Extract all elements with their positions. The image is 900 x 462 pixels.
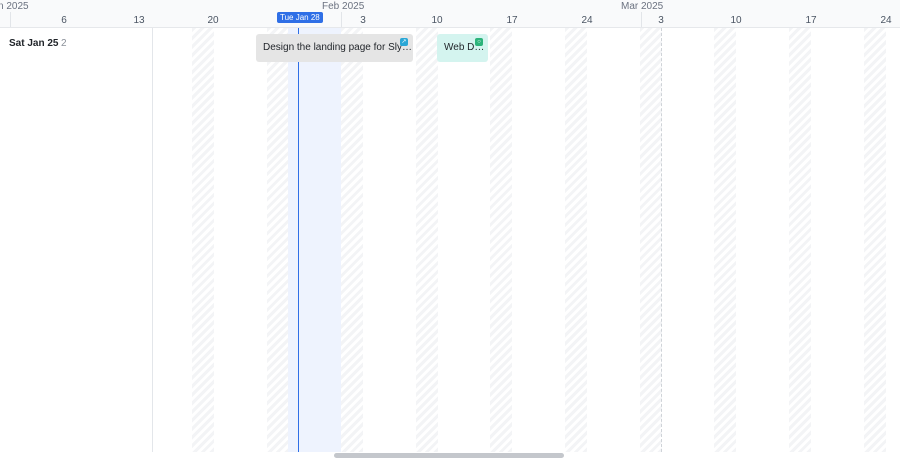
group-count: 2 bbox=[61, 38, 67, 49]
weekend-band bbox=[416, 28, 438, 452]
weekend-band bbox=[864, 28, 886, 452]
today-line bbox=[298, 28, 299, 452]
scrollbar-thumb[interactable] bbox=[334, 453, 564, 458]
day-tick: 13 bbox=[133, 15, 145, 26]
task-bar[interactable]: Web D… ○ bbox=[437, 34, 488, 62]
weekend-band bbox=[789, 28, 811, 452]
month-divider bbox=[641, 12, 642, 27]
today-marker: Tue Jan 28 bbox=[277, 12, 323, 23]
day-tick: 6 bbox=[61, 15, 67, 26]
day-tick: 20 bbox=[207, 15, 219, 26]
task-label: Design the landing page for Sly… bbox=[263, 42, 412, 53]
horizontal-scrollbar[interactable] bbox=[0, 452, 900, 462]
day-tick: 3 bbox=[360, 15, 366, 26]
month-divider bbox=[341, 12, 342, 27]
weekend-band bbox=[714, 28, 736, 452]
day-tick: 24 bbox=[880, 15, 892, 26]
timeline-header: n 2025 Feb 2025 Mar 2025 6 13 20 3 10 17… bbox=[0, 0, 900, 28]
day-tick: 3 bbox=[658, 15, 664, 26]
day-tick: 24 bbox=[581, 15, 593, 26]
chat-icon: ○ bbox=[475, 38, 483, 46]
day-tick: 10 bbox=[730, 15, 742, 26]
day-tick: 10 bbox=[431, 15, 443, 26]
group-panel: Sat Jan 25 2 bbox=[0, 28, 153, 452]
group-label: Sat Jan 25 bbox=[9, 38, 59, 49]
highlighted-week bbox=[288, 28, 341, 452]
month-divider bbox=[10, 12, 11, 27]
timeline-grid[interactable]: Sat Jan 25 2 Design the landing page for… bbox=[0, 28, 900, 452]
day-tick: 17 bbox=[506, 15, 518, 26]
weekend-band bbox=[192, 28, 214, 452]
weekend-band bbox=[565, 28, 587, 452]
day-tick: 17 bbox=[805, 15, 817, 26]
weekend-band bbox=[490, 28, 512, 452]
month-label-mar: Mar 2025 bbox=[621, 1, 664, 12]
weekend-band bbox=[341, 28, 363, 452]
rocket-icon: ↗ bbox=[400, 38, 408, 46]
month-label-jan: n 2025 bbox=[0, 1, 29, 12]
task-bar[interactable]: Design the landing page for Sly… ↗ bbox=[256, 34, 413, 62]
weekend-band bbox=[640, 28, 662, 452]
month-label-feb: Feb 2025 bbox=[322, 1, 365, 12]
weekend-band bbox=[267, 28, 288, 452]
month-boundary-line bbox=[661, 28, 662, 452]
